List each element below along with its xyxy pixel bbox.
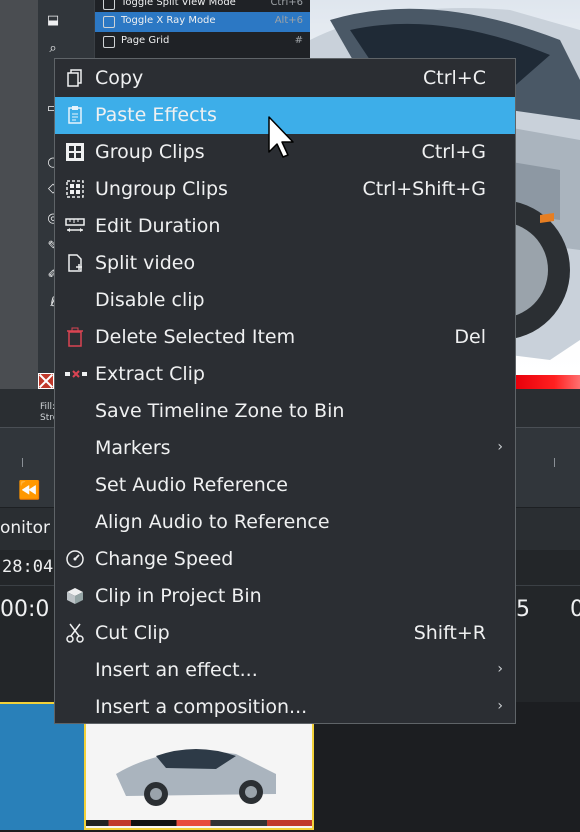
zoom-tool-icon[interactable]: ⌕ <box>42 40 64 58</box>
menu-item-align-audio[interactable]: Align Audio to Reference <box>55 504 515 541</box>
menu-item-label: Extract Clip <box>95 363 205 385</box>
ruler-label: 0 <box>570 597 580 622</box>
trash-icon <box>65 327 85 347</box>
thumbnail-colorbar <box>86 820 312 826</box>
menu-item-label: Split video <box>95 252 196 274</box>
menu-item-markers[interactable]: Markers › <box>55 430 515 467</box>
menu-item-delete-selected[interactable]: Delete Selected Item Del <box>55 319 515 356</box>
menu-item-label: Insert a composition... <box>95 696 308 718</box>
menu-item-cut-clip[interactable]: Cut Clip Shift+R <box>55 615 515 652</box>
bin-icon <box>65 586 85 606</box>
menu-item-insert-composition[interactable]: Insert a composition... › <box>55 689 515 726</box>
no-color-icon[interactable] <box>38 373 54 389</box>
menu-item-shortcut: Del <box>454 326 486 348</box>
ruler-tick <box>22 458 23 467</box>
menu-item-label: Paste Effects <box>95 104 217 126</box>
monitor-tab[interactable]: onitor <box>0 518 50 538</box>
view-submenu: Toggle Split View Mode Ctrl+6 Toggle X R… <box>94 0 312 67</box>
copy-icon <box>65 68 85 88</box>
left-panel <box>0 0 38 428</box>
menu-item-disable-clip[interactable]: Disable clip <box>55 282 515 319</box>
menu-item-shortcut: Ctrl+C <box>423 67 486 89</box>
menu-item-clip-in-bin[interactable]: Clip in Project Bin <box>55 578 515 615</box>
ruler-icon <box>65 216 85 236</box>
checkbox-icon[interactable] <box>103 16 115 28</box>
chevron-right-icon: › <box>497 439 503 455</box>
menu-item-extract-clip[interactable]: Extract Clip <box>55 356 515 393</box>
extract-icon <box>65 364 87 384</box>
chevron-right-icon: › <box>497 698 503 714</box>
menu-item-label: Insert an effect... <box>95 659 258 681</box>
car-thumbnail-icon <box>116 749 276 806</box>
scissors-icon <box>65 623 85 643</box>
checkbox-icon[interactable] <box>103 36 115 48</box>
mouse-cursor-icon <box>268 116 294 158</box>
checkbox-icon[interactable] <box>103 0 115 10</box>
group-icon <box>65 142 85 162</box>
menu-item-label: Disable clip <box>95 289 205 311</box>
menu-item-label: Group Clips <box>95 141 205 163</box>
menu-item-copy[interactable]: Copy Ctrl+C <box>55 60 515 97</box>
menu-item-split-video[interactable]: Split video <box>55 245 515 282</box>
menu-item-ungroup-clips[interactable]: Ungroup Clips Ctrl+Shift+G <box>55 171 515 208</box>
ruler-tick <box>554 458 555 467</box>
timeline-clip-thumbnail[interactable] <box>84 724 314 830</box>
menu-item-label: Cut Clip <box>95 622 170 644</box>
ruler-label: 5 <box>516 597 530 622</box>
menu-item-set-audio-reference[interactable]: Set Audio Reference <box>55 467 515 504</box>
menu-item-save-zone-to-bin[interactable]: Save Timeline Zone to Bin <box>55 393 515 430</box>
menu-item-insert-effect[interactable]: Insert an effect... › <box>55 652 515 689</box>
menu-item-label: Edit Duration <box>95 215 221 237</box>
menu-item-edit-duration[interactable]: Edit Duration <box>55 208 515 245</box>
menu-item-label: Clip in Project Bin <box>95 585 262 607</box>
ungroup-icon <box>65 179 85 199</box>
menu-item-label: Change Speed <box>95 548 234 570</box>
menu-item-change-speed[interactable]: Change Speed <box>55 541 515 578</box>
ruler-label: 00:0 <box>0 597 50 622</box>
fill-tool-icon[interactable]: ⬓ <box>42 12 64 30</box>
submenu-item-xray[interactable]: Toggle X Ray Mode Alt+6 <box>95 12 311 32</box>
split-icon <box>65 253 85 273</box>
rewind-icon[interactable]: ⏪ <box>18 480 40 501</box>
menu-item-label: Markers <box>95 437 171 459</box>
menu-item-shortcut: Ctrl+Shift+G <box>362 178 486 200</box>
menu-item-shortcut: Shift+R <box>413 622 486 644</box>
timecode-display[interactable]: 28:04 <box>2 557 53 577</box>
menu-item-label: Copy <box>95 67 144 89</box>
paste-icon <box>65 105 85 125</box>
menu-item-label: Delete Selected Item <box>95 326 296 348</box>
menu-item-label: Save Timeline Zone to Bin <box>95 400 345 422</box>
menu-item-label: Align Audio to Reference <box>95 511 330 533</box>
speed-icon <box>65 549 85 569</box>
menu-item-shortcut: Ctrl+G <box>421 141 486 163</box>
color-palette[interactable] <box>516 375 580 389</box>
chevron-right-icon: › <box>497 661 503 677</box>
menu-item-label: Ungroup Clips <box>95 178 228 200</box>
menu-item-label: Set Audio Reference <box>95 474 288 496</box>
submenu-item-page-grid[interactable]: Page Grid # <box>95 32 311 52</box>
